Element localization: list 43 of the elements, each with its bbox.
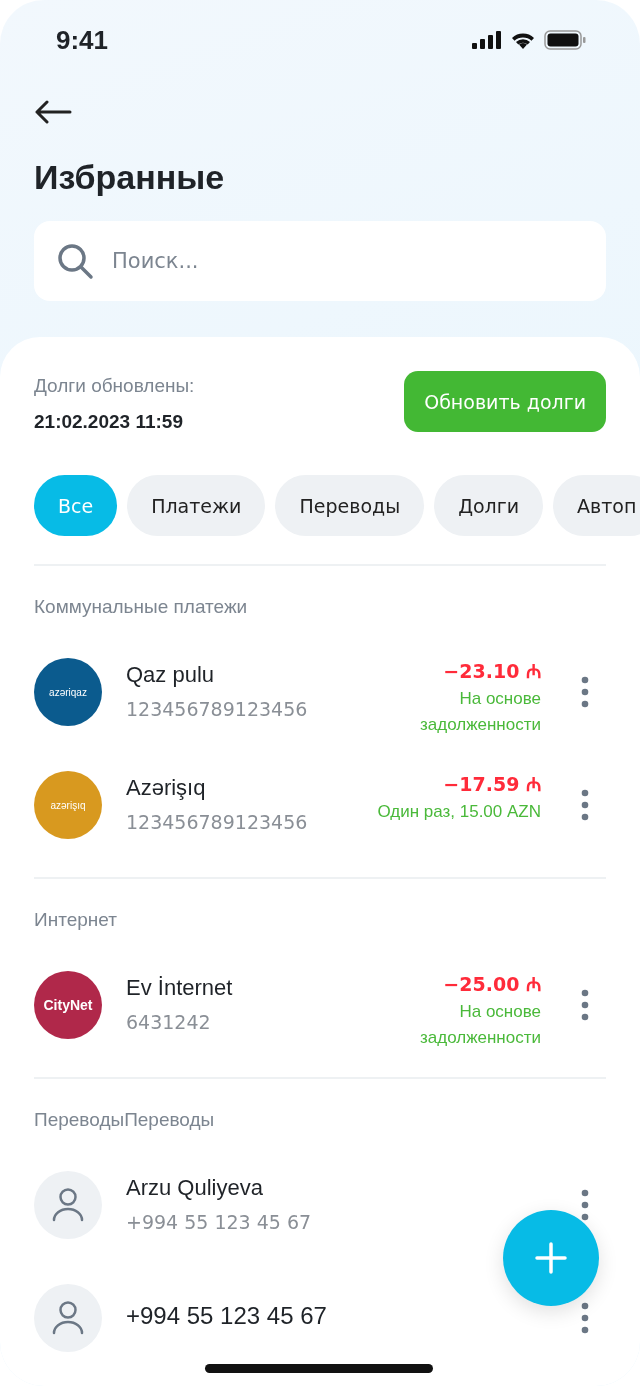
account-number: +994 55 123 45 67 (126, 1211, 313, 1233)
filter-chip[interactable]: Автоп (553, 475, 640, 536)
search-field[interactable]: Поиск... (34, 221, 606, 301)
company-logo: azəriqaz (34, 658, 102, 726)
favorite-name: Azərişıq (126, 775, 207, 801)
company-logo: azərişıq (34, 771, 102, 839)
amount: −17.59 ₼ (442, 772, 541, 797)
account-number: 123456789123456 (126, 811, 309, 833)
plus-icon (535, 1242, 567, 1274)
more-icon[interactable] (581, 676, 589, 708)
more-icon[interactable] (581, 1302, 589, 1334)
debts-updated-label: Долги обновлены: (34, 375, 195, 397)
section-title: ПереводыПереводы (34, 1109, 216, 1131)
filter-chip[interactable]: Переводы (275, 475, 425, 536)
payment-note: На основе задолженности (419, 688, 541, 736)
status-time: 9:41 (56, 24, 109, 56)
more-icon[interactable] (581, 789, 589, 821)
debts-updated-date: 21:02.2023 11:59 (34, 411, 184, 433)
company-logo: CityNet (34, 971, 102, 1039)
payment-note: На основе задолженности (419, 1001, 541, 1049)
battery-icon (544, 30, 586, 50)
search-icon (56, 242, 94, 280)
account-number: 6431242 (126, 1011, 212, 1033)
section-title: Коммунальные платежи (34, 596, 249, 618)
favorite-name: Arzu Quliyeva (126, 1175, 264, 1201)
back-button[interactable] (34, 100, 72, 124)
account-number: 123456789123456 (126, 698, 309, 720)
favorite-name: +994 55 123 45 67 (126, 1302, 328, 1330)
amount: −25.00 ₼ (442, 972, 541, 997)
more-icon[interactable] (581, 989, 589, 1021)
signal-icon (472, 31, 502, 49)
wifi-icon (510, 31, 536, 49)
favorite-name: Ev İnternet (126, 975, 234, 1001)
filter-chip[interactable]: Долги (434, 475, 544, 536)
filter-chip[interactable]: Платежи (127, 475, 266, 536)
person-icon (52, 1301, 84, 1335)
more-icon[interactable] (581, 1189, 589, 1221)
payment-note: Один раз, 15.00 AZN (377, 801, 541, 823)
person-icon (52, 1188, 84, 1222)
amount: −23.10 ₼ (442, 659, 541, 684)
page-title: Избранные (34, 158, 226, 197)
favorite-name: Qaz pulu (126, 662, 216, 688)
section-title: Интернет (34, 909, 118, 931)
